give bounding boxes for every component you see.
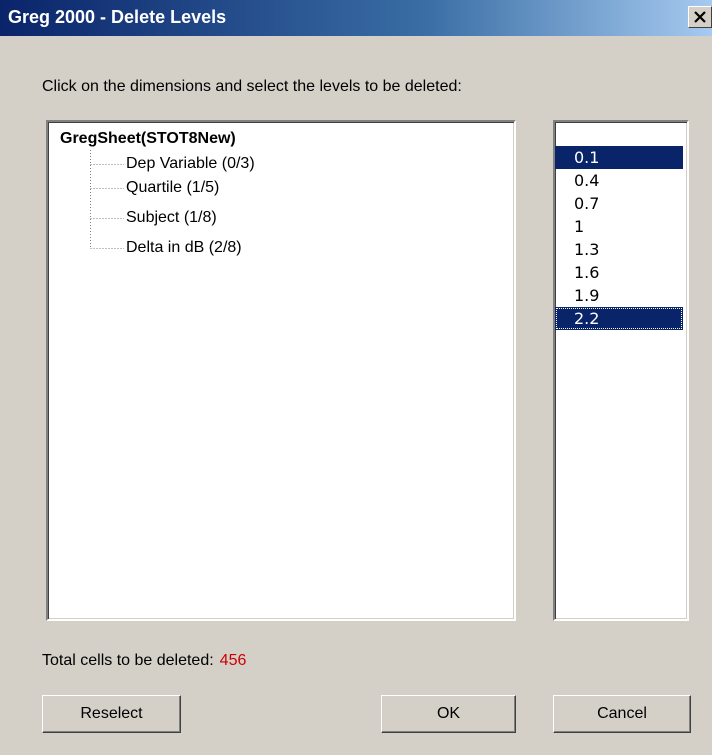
level-item[interactable]: 1.6 xyxy=(555,261,683,284)
total-cells-summary: Total cells to be deleted: 456 xyxy=(42,652,246,670)
level-item[interactable]: 1.3 xyxy=(555,238,683,261)
close-icon xyxy=(694,11,706,23)
level-item[interactable]: 1.9 xyxy=(555,284,683,307)
level-item[interactable]: 1 xyxy=(555,215,683,238)
dimension-tree[interactable]: GregSheet(STOT8New) Dep Variable (0/3) Q… xyxy=(46,120,516,621)
window-title: Greg 2000 - Delete Levels xyxy=(8,7,227,27)
tree-root-node[interactable]: GregSheet(STOT8New) xyxy=(60,130,236,148)
level-item[interactable]: 2.2 xyxy=(555,307,683,330)
delete-levels-dialog: Greg 2000 - Delete Levels Click on the d… xyxy=(0,0,712,755)
tree-item-dep-variable[interactable]: Dep Variable (0/3) xyxy=(126,155,255,173)
level-item[interactable]: 0.4 xyxy=(555,169,683,192)
tree-item-subject[interactable]: Subject (1/8) xyxy=(126,209,217,227)
levels-listbox[interactable]: 0.1 0.4 0.7 1 1.3 1.6 1.9 2.2 xyxy=(553,120,689,621)
reselect-button[interactable]: Reselect xyxy=(42,695,181,733)
total-cells-value: 456 xyxy=(219,652,247,669)
total-cells-label: Total cells to be deleted: xyxy=(42,652,214,669)
tree-item-delta-in-db[interactable]: Delta in dB (2/8) xyxy=(126,239,242,257)
ok-button[interactable]: OK xyxy=(381,695,516,733)
instruction-text: Click on the dimensions and select the l… xyxy=(42,78,462,95)
cancel-button[interactable]: Cancel xyxy=(553,695,691,733)
close-button[interactable] xyxy=(688,6,712,28)
level-item[interactable]: 0.1 xyxy=(555,146,683,169)
tree-item-quartile[interactable]: Quartile (1/5) xyxy=(126,179,219,197)
title-bar[interactable]: Greg 2000 - Delete Levels xyxy=(0,0,712,36)
level-item[interactable]: 0.7 xyxy=(555,192,683,215)
